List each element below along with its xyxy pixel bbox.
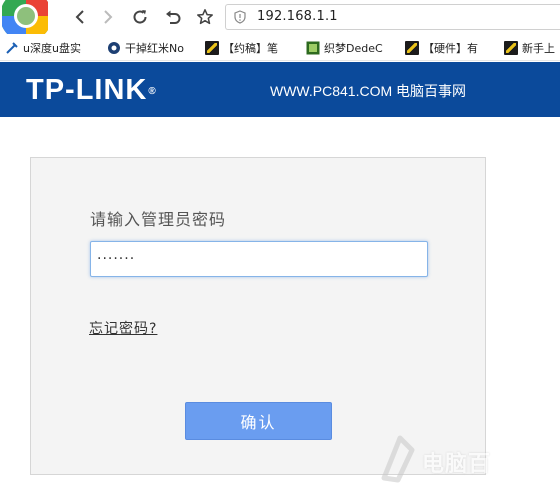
forward-arrow-icon (104, 10, 113, 24)
bookmark-label: 织梦DedeC (324, 42, 383, 55)
bookmark-star-button[interactable] (194, 6, 216, 28)
forward-button[interactable] (97, 6, 119, 28)
bookmarks-bar: u深度u盘实 干掉红米No 【约稿】笔 织梦DedeC 【硬件】有 新手上 (0, 35, 560, 61)
star-icon (197, 9, 213, 25)
bookmark-label: 【约稿】笔 (223, 42, 278, 55)
confirm-button[interactable]: 确认 (185, 402, 332, 440)
z-icon (204, 41, 219, 56)
shield-icon (234, 10, 246, 24)
password-prompt: 请输入管理员密码 (90, 210, 227, 229)
address-bar[interactable]: 192.168.1.1 (225, 4, 560, 30)
bookmark-item[interactable]: 新手上 (503, 39, 560, 57)
password-input[interactable]: ······· (90, 241, 428, 277)
logo-text: TP-LINK (26, 74, 148, 106)
browser-logo-icon[interactable] (2, 0, 48, 34)
tp-link-logo: TP-LINK® (26, 74, 157, 106)
back-button[interactable] (69, 6, 91, 28)
dede-icon (305, 41, 320, 56)
forgot-password-link[interactable]: 忘记密码? (89, 318, 157, 338)
bookmark-item[interactable]: u深度u盘实 (4, 39, 104, 57)
z-icon (404, 41, 419, 56)
brand-header: TP-LINK® WWW.PC841.COM 电脑百事网 (0, 62, 560, 117)
site-icon (106, 41, 121, 56)
back-arrow-icon (75, 10, 84, 24)
logo-registered-mark: ® (148, 86, 157, 97)
site-caption: WWW.PC841.COM 电脑百事网 (270, 83, 467, 99)
reload-button[interactable] (129, 6, 151, 28)
undo-button[interactable] (162, 6, 184, 28)
undo-icon (166, 10, 181, 24)
bookmark-item[interactable]: 干掉红米No (106, 39, 202, 57)
bookmark-item[interactable]: 【硬件】有 (404, 39, 498, 57)
watermark: 电脑百 (378, 432, 560, 486)
z-icon (503, 41, 518, 56)
browser-toolbar: 192.168.1.1 (0, 0, 560, 34)
bookmark-item[interactable]: 【约稿】笔 (204, 39, 302, 57)
reload-icon (133, 10, 147, 24)
url-text: 192.168.1.1 (257, 9, 338, 24)
watermark-text: 电脑百 (422, 452, 492, 477)
watermark-logo-icon (381, 435, 415, 483)
bookmark-label: u深度u盘实 (23, 42, 81, 55)
bookmark-label: 干掉红米No (125, 42, 184, 55)
bookmark-item[interactable]: 织梦DedeC (305, 39, 401, 57)
login-panel: 请输入管理员密码 ······· 忘记密码? 确认 (30, 157, 486, 475)
bookmark-label: 新手上 (522, 42, 555, 55)
usb-icon (4, 41, 19, 56)
bookmark-label: 【硬件】有 (423, 42, 478, 55)
